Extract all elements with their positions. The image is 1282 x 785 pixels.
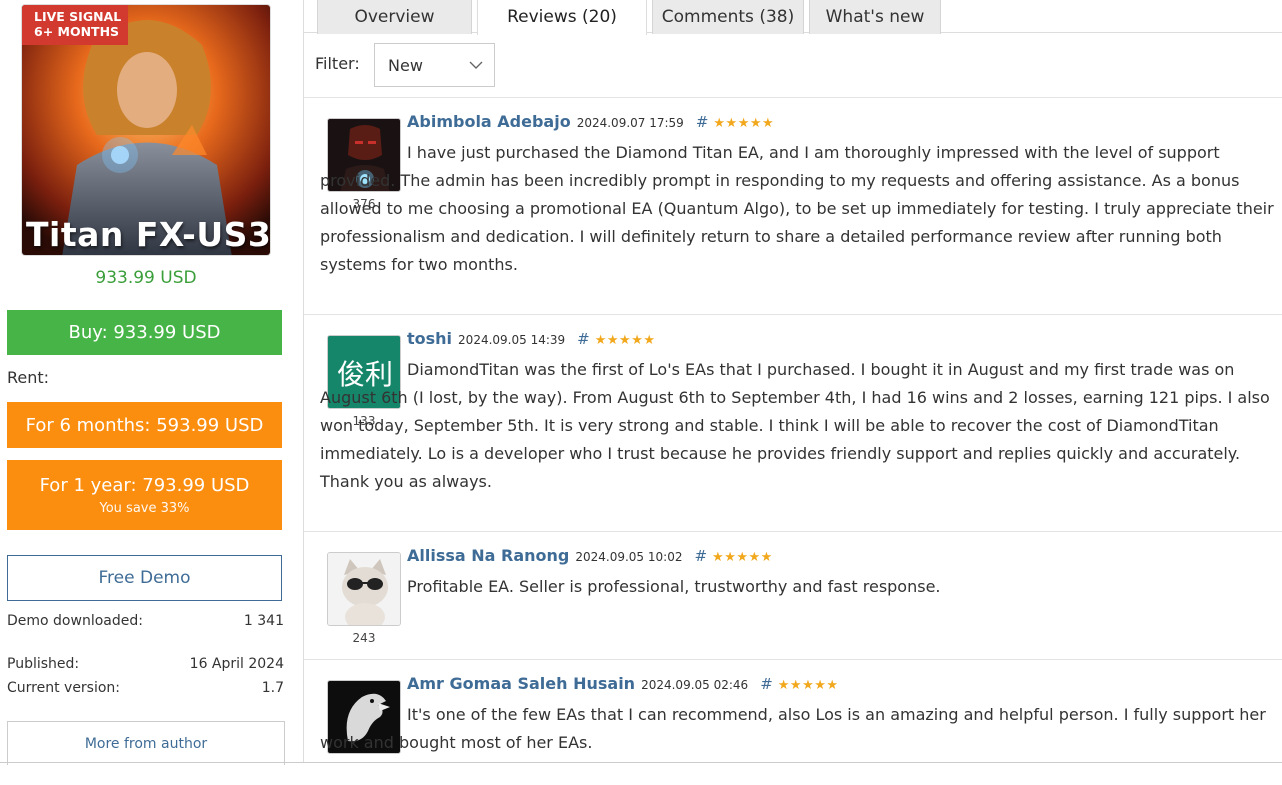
review-item: 243 Allissa Na Ranong 2024.09.05 10:02 #… xyxy=(304,532,1282,659)
review-permalink[interactable]: # xyxy=(577,330,590,348)
review-date: 2024.09.05 02:46 xyxy=(641,678,749,692)
filter-dropdown[interactable]: New xyxy=(374,43,495,87)
product-price: 933.99 USD xyxy=(95,268,197,288)
rent-6-months-button[interactable]: For 6 months: 593.99 USD xyxy=(7,402,282,448)
tab-whats-new[interactable]: What's new xyxy=(809,0,941,34)
review-text: I have just purchased the Diamond Titan … xyxy=(320,143,1274,274)
product-image[interactable]: LIVE SIGNAL 6+ MONTHS Titan FX-US30 xyxy=(21,4,271,256)
product-tabs: Overview Reviews (20) Comments (38) What… xyxy=(304,0,1282,35)
published-value: 16 April 2024 xyxy=(189,656,284,672)
reviewer-rating-count: 243 xyxy=(352,631,376,645)
reviewer-name[interactable]: toshi xyxy=(407,329,452,348)
tab-reviews[interactable]: Reviews (20) xyxy=(477,0,647,35)
star-rating-icon: ★★★★★ xyxy=(777,678,839,693)
tab-comments[interactable]: Comments (38) xyxy=(652,0,804,34)
review-text: It's one of the few EAs that I can recom… xyxy=(320,705,1266,752)
review-text: DiamondTitan was the first of Lo's EAs t… xyxy=(320,360,1270,491)
chevron-down-icon xyxy=(469,61,483,69)
reviewer-name[interactable]: Abimbola Adebajo xyxy=(407,112,571,131)
tab-overview[interactable]: Overview xyxy=(317,0,472,34)
version-label: Current version: xyxy=(7,680,121,696)
image-title: Titan FX-US30 xyxy=(26,215,271,254)
review-permalink[interactable]: # xyxy=(696,113,709,131)
star-rating-icon: ★★★★★ xyxy=(712,550,773,565)
published-row: Published: 16 April 2024 xyxy=(7,656,284,672)
more-from-author-button[interactable]: More from author xyxy=(7,721,285,765)
demo-downloaded-row: Demo downloaded: 1 341 xyxy=(7,613,284,629)
buy-button[interactable]: Buy: 933.99 USD xyxy=(7,310,282,355)
star-rating-icon: ★★★★★ xyxy=(713,116,775,131)
review-permalink[interactable]: # xyxy=(694,547,707,565)
review-date: 2024.09.07 17:59 xyxy=(576,116,684,130)
version-row: Current version: 1.7 xyxy=(7,680,284,696)
viewport-bottom-border xyxy=(0,762,1282,763)
review-item: Amr Gomaa Saleh Husain 2024.09.05 02:46 … xyxy=(304,660,1282,762)
review-header: toshi 2024.09.05 14:39 # ★★★★★ xyxy=(407,329,656,348)
rent-label: Rent: xyxy=(7,368,50,387)
filter-value: New xyxy=(388,55,423,75)
published-label: Published: xyxy=(7,656,80,672)
live-signal-badge: LIVE SIGNAL 6+ MONTHS xyxy=(22,5,128,45)
review-header: Allissa Na Ranong 2024.09.05 10:02 # ★★★… xyxy=(407,546,773,565)
review-header: Amr Gomaa Saleh Husain 2024.09.05 02:46 … xyxy=(407,674,839,693)
badge-line-2: 6+ MONTHS xyxy=(34,24,120,39)
badge-line-1: LIVE SIGNAL xyxy=(34,9,122,24)
rent-savings-note: You save 33% xyxy=(99,500,190,516)
reviewer-name[interactable]: Allissa Na Ranong xyxy=(407,546,569,565)
star-rating-icon: ★★★★★ xyxy=(594,333,656,348)
review-text: Profitable EA. Seller is professional, t… xyxy=(407,577,941,596)
rent-1-year-button[interactable]: For 1 year: 793.99 USD You save 33% xyxy=(7,460,282,530)
demo-downloaded-value: 1 341 xyxy=(243,613,284,629)
review-header: Abimbola Adebajo 2024.09.07 17:59 # ★★★★… xyxy=(407,112,774,131)
version-value: 1.7 xyxy=(261,680,284,696)
demo-downloaded-label: Demo downloaded: xyxy=(7,613,143,629)
filter-label: Filter: xyxy=(315,54,360,73)
reviewer-name[interactable]: Amr Gomaa Saleh Husain xyxy=(407,674,635,693)
review-item: 376 Abimbola Adebajo 2024.09.07 17:59 # … xyxy=(304,98,1282,314)
review-date: 2024.09.05 14:39 xyxy=(458,333,566,347)
review-permalink[interactable]: # xyxy=(760,675,773,693)
product-sidebar: LIVE SIGNAL 6+ MONTHS Titan FX-US30 933.… xyxy=(0,0,303,765)
free-demo-button[interactable]: Free Demo xyxy=(7,555,282,601)
rent-1-year-label: For 1 year: 793.99 USD xyxy=(39,474,250,496)
review-item: 俊利 133 toshi 2024.09.05 14:39 # ★★★★★ Di… xyxy=(304,315,1282,531)
review-date: 2024.09.05 10:02 xyxy=(575,550,683,564)
